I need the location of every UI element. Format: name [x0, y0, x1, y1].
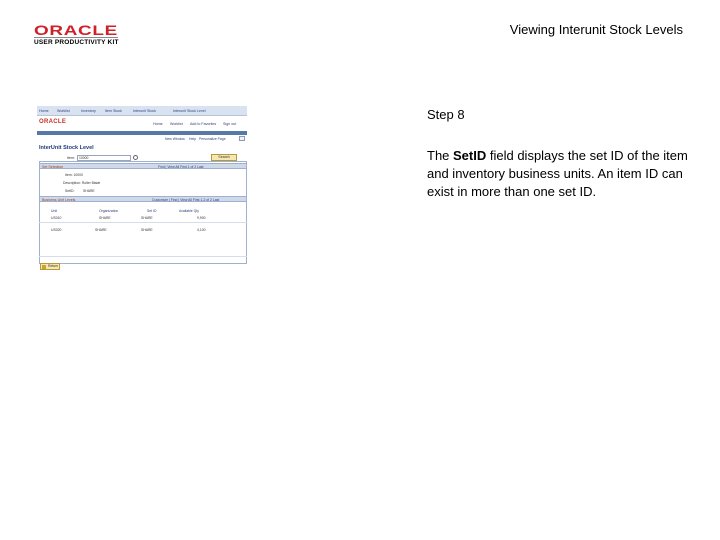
page-options-icon[interactable]	[239, 136, 245, 141]
lookup-icon[interactable]	[133, 155, 138, 160]
item-label: Item:	[67, 156, 75, 160]
desc-field-name: SetID	[453, 148, 487, 163]
item-description: Description: Roller Blade	[63, 181, 101, 185]
grid2-title: Business Unit Levels	[42, 197, 76, 202]
crumb-interunit-stock[interactable]: Interunit Stock	[133, 109, 156, 113]
col-setid: Set ID	[147, 209, 157, 213]
step-number: Step 8	[427, 107, 465, 122]
item-line: Item: 10000	[65, 173, 83, 177]
screenshot-page-title: InterUnit Stock Level	[39, 145, 94, 151]
crumb-worklist[interactable]: Worklist	[57, 109, 70, 113]
screenshot-nav-bar: Home Worklist Inventory Item Stock Inter…	[37, 106, 247, 116]
row2-unit: US020	[51, 228, 62, 232]
col-available-qty: Available Qty	[179, 209, 199, 213]
logo-subtitle: USER PRODUCTIVITY KIT	[34, 39, 119, 46]
grid2-navigation[interactable]: Customize | Find | View All First 1-2 of…	[152, 198, 219, 202]
col-organization: Organization	[99, 209, 119, 213]
grid-bottom-line	[39, 256, 247, 257]
sublink-help[interactable]: Help	[189, 137, 196, 141]
crumb-item-stock[interactable]: Item Stock	[105, 109, 122, 113]
crumb-home[interactable]: Home	[39, 109, 49, 113]
crumb-interunit-stock-level[interactable]: Interunit Stock Level	[173, 109, 206, 113]
row1-unit: US010	[51, 216, 62, 220]
grid1-navigation[interactable]: Find | View All First 1 of 2 Last	[158, 165, 203, 169]
logo-oracle-text: ORACLE	[34, 22, 118, 38]
row1-setid: SHARE	[141, 216, 153, 220]
row2-organization: SHARE	[95, 228, 107, 232]
oracle-upk-logo: ORACLE USER PRODUCTIVITY KIT	[34, 22, 154, 48]
screenshot-header-band	[37, 131, 247, 135]
sublink-new-window[interactable]: New Window	[165, 137, 185, 141]
search-button[interactable]: Search	[211, 154, 237, 161]
business-unit-header: Business Unit Levels Customize | Find | …	[39, 196, 247, 202]
grid1-title: Set Selection	[42, 164, 64, 169]
application-screenshot: Home Worklist Inventory Item Stock Inter…	[37, 106, 247, 272]
row2-qty: 4,100	[197, 228, 206, 232]
return-label: Return	[48, 264, 59, 268]
toplink-home[interactable]: Home	[153, 122, 163, 126]
row1-qty: 9,900	[197, 216, 206, 220]
sublink-personalize[interactable]: Personalize Page	[199, 137, 226, 141]
crumb-inventory[interactable]: Inventory	[81, 109, 96, 113]
toplink-worklist[interactable]: Worklist	[170, 122, 183, 126]
screenshot-oracle-logo: ORACLE	[39, 119, 67, 125]
set-selection-header: Set Selection Find | View All First 1 of…	[39, 163, 247, 169]
col-unit: Unit	[51, 209, 58, 213]
row2-setid: SHARE	[141, 228, 153, 232]
setid-label: SetID:	[65, 189, 75, 193]
step-description: The SetID field displays the set ID of t…	[427, 147, 697, 201]
setid-value: SHARE	[83, 189, 95, 193]
row1-organization: SHARE	[99, 216, 111, 220]
return-button[interactable]: Return	[40, 263, 60, 270]
logo-rule	[34, 37, 118, 38]
page-title: Viewing Interunit Stock Levels	[509, 22, 683, 37]
return-icon	[42, 265, 46, 269]
desc-text-before: The	[427, 148, 454, 163]
toplink-signout[interactable]: Sign out	[223, 122, 236, 126]
toplink-favorites[interactable]: Add to Favorites	[190, 122, 216, 126]
row-divider	[39, 222, 247, 223]
